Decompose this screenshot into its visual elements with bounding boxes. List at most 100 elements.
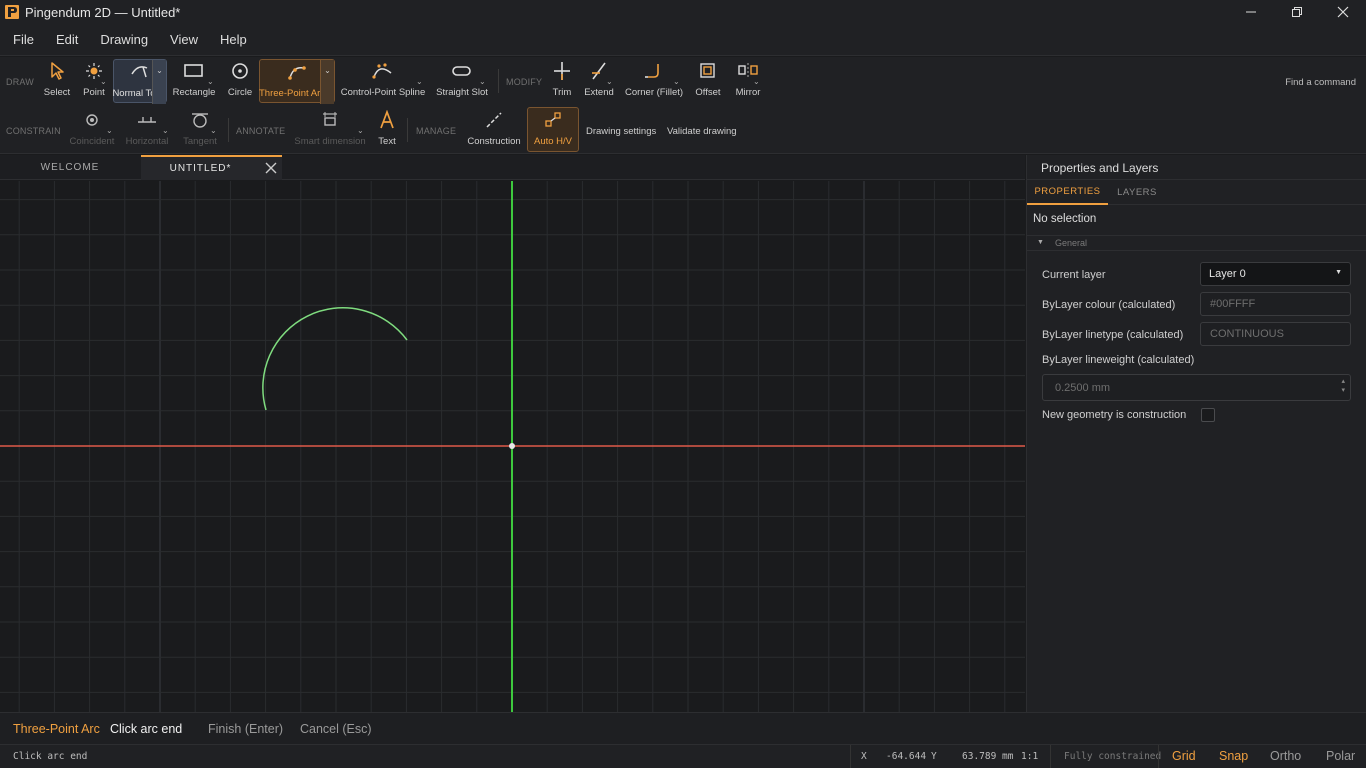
- rectangle-tool[interactable]: Rectangle ⌄: [172, 59, 216, 103]
- finish-command-button[interactable]: Finish (Enter): [208, 722, 283, 736]
- y-coord-value: 63.789 mm: [962, 751, 1014, 762]
- tab-untitled[interactable]: UNTITLED*: [141, 155, 282, 180]
- construction-checkbox-label: New geometry is construction: [1042, 409, 1187, 421]
- menu-drawing[interactable]: Drawing: [89, 32, 159, 47]
- tangent-icon: [192, 113, 208, 128]
- trim-label: Trim: [552, 87, 572, 98]
- properties-panel: Properties and Layers PROPERTIES LAYERS …: [1026, 155, 1366, 712]
- construction-label: Construction: [467, 136, 521, 147]
- close-window-button[interactable]: [1320, 0, 1366, 24]
- chevron-down-icon: ⌄: [207, 77, 214, 86]
- command-prompt: Click arc end: [110, 722, 183, 736]
- circle-tool[interactable]: Circle: [226, 59, 254, 103]
- chevron-down-icon: ⌄: [106, 126, 113, 135]
- close-icon[interactable]: [264, 161, 278, 175]
- straight-slot-label: Straight Slot: [436, 87, 488, 98]
- current-layer-label: Current layer: [1042, 269, 1106, 281]
- tab-untitled-label: UNTITLED*: [169, 163, 232, 174]
- y-coord-label: Y: [931, 751, 937, 762]
- menu-file[interactable]: File: [0, 32, 45, 47]
- document-tabs: WELCOME UNTITLED*: [0, 155, 1025, 180]
- cursor-arrow-icon: [51, 62, 64, 80]
- smart-dimension-tool[interactable]: Smart dimension ⌄: [294, 108, 366, 152]
- normal-to-tool[interactable]: Normal To ⌄: [112, 59, 167, 104]
- tab-layers-label: LAYERS: [1117, 187, 1157, 198]
- select-tool[interactable]: Select: [42, 59, 72, 103]
- modify-group-label: MODIFY: [506, 77, 543, 87]
- chevron-down-icon: ▼: [1335, 269, 1342, 276]
- general-section-header[interactable]: ▼ General: [1027, 235, 1366, 251]
- chevron-down-icon: ⌄: [357, 126, 364, 135]
- origin-point: [509, 443, 515, 449]
- three-point-arc-icon: [288, 66, 306, 80]
- chevron-down-icon: ⌄: [673, 77, 680, 86]
- trim-tool[interactable]: Trim: [549, 59, 575, 103]
- extend-tool[interactable]: Extend ⌄: [583, 59, 615, 103]
- three-point-arc-dropdown[interactable]: ⌄: [320, 60, 334, 104]
- construction-icon: [486, 112, 502, 128]
- trim-icon: [554, 62, 570, 80]
- chevron-down-icon: ⌄: [210, 126, 217, 135]
- point-tool[interactable]: Point ⌄: [80, 59, 108, 103]
- rectangle-label: Rectangle: [172, 87, 216, 98]
- status-bar: Click arc end X -64.644 Y 63.789 mm 1:1 …: [0, 744, 1366, 768]
- scale-readout[interactable]: 1:1: [1021, 751, 1038, 762]
- menu-help[interactable]: Help: [209, 32, 258, 47]
- status-separator: [850, 745, 851, 768]
- validate-drawing-button[interactable]: Validate drawing: [667, 126, 737, 137]
- control-point-spline-label: Control-Point Spline: [340, 87, 426, 98]
- manage-group-label: MANAGE: [416, 126, 457, 136]
- control-point-spline-tool[interactable]: Control-Point Spline ⌄: [340, 59, 426, 103]
- tab-properties[interactable]: PROPERTIES: [1027, 180, 1108, 205]
- tab-welcome[interactable]: WELCOME: [0, 155, 140, 180]
- horizontal-tool[interactable]: Horizontal ⌄: [124, 108, 170, 152]
- slot-icon: [452, 66, 471, 76]
- drawing-canvas[interactable]: [0, 181, 1025, 712]
- three-point-arc-preview[interactable]: [262, 307, 408, 411]
- window-title: Pingendum 2D — Untitled*: [25, 4, 181, 20]
- menu-view[interactable]: View: [159, 32, 209, 47]
- rectangle-icon: [184, 64, 203, 77]
- coincident-tool[interactable]: Coincident ⌄: [68, 108, 116, 152]
- minimize-icon: [1246, 11, 1256, 13]
- snap-toggle[interactable]: Snap: [1219, 749, 1248, 763]
- construction-checkbox[interactable]: [1201, 408, 1215, 422]
- tangent-tool[interactable]: Tangent ⌄: [180, 108, 220, 152]
- bylayer-colour-field: #00FFFF: [1200, 292, 1351, 316]
- current-layer-select[interactable]: Layer 0 ▼: [1200, 262, 1351, 286]
- bylayer-lineweight-label: ByLayer lineweight (calculated): [1042, 354, 1195, 366]
- corner-fillet-tool[interactable]: Corner (Fillet) ⌄: [625, 59, 683, 103]
- tab-properties-label: PROPERTIES: [1034, 186, 1101, 197]
- chevron-down-icon: ⌄: [753, 77, 760, 86]
- offset-tool[interactable]: Offset: [693, 59, 723, 103]
- chevron-down-icon: ⌄: [100, 77, 107, 86]
- minimize-button[interactable]: [1228, 0, 1274, 24]
- cancel-command-button[interactable]: Cancel (Esc): [300, 722, 372, 736]
- bylayer-linetype-label: ByLayer linetype (calculated): [1042, 329, 1184, 341]
- mirror-tool[interactable]: Mirror ⌄: [733, 59, 763, 103]
- drawing-settings-button[interactable]: Drawing settings: [586, 126, 656, 137]
- polar-toggle[interactable]: Polar: [1326, 749, 1355, 763]
- ribbon-constrain-annotate: CONSTRAIN Coincident ⌄ Horizontal ⌄ Tang…: [0, 106, 1366, 154]
- text-label: Text: [378, 136, 396, 147]
- text-tool[interactable]: Text: [374, 108, 400, 152]
- selection-status: No selection: [1033, 213, 1097, 225]
- construction-tool[interactable]: Construction: [466, 108, 522, 152]
- app-logo-icon: [5, 5, 19, 19]
- menu-edit[interactable]: Edit: [45, 32, 89, 47]
- grid-toggle[interactable]: Grid: [1172, 749, 1196, 763]
- smart-dimension-label: Smart dimension: [294, 136, 366, 147]
- status-message: Click arc end: [13, 751, 88, 762]
- ortho-toggle[interactable]: Ortho: [1270, 749, 1301, 763]
- normal-to-dropdown[interactable]: ⌄: [152, 60, 166, 104]
- annotate-group-label: ANNOTATE: [236, 126, 286, 136]
- find-command-button[interactable]: Find a command: [1285, 77, 1356, 88]
- restore-button[interactable]: [1274, 0, 1320, 24]
- auto-hv-tool[interactable]: Auto H/V: [527, 107, 579, 152]
- constrain-group-label: CONSTRAIN: [6, 126, 61, 136]
- three-point-arc-tool[interactable]: Three-Point Arc ⌄: [259, 59, 335, 104]
- tab-layers[interactable]: LAYERS: [1108, 180, 1166, 205]
- straight-slot-tool[interactable]: Straight Slot ⌄: [435, 59, 489, 103]
- tab-welcome-label: WELCOME: [40, 162, 100, 173]
- ribbon-separator: [498, 69, 499, 93]
